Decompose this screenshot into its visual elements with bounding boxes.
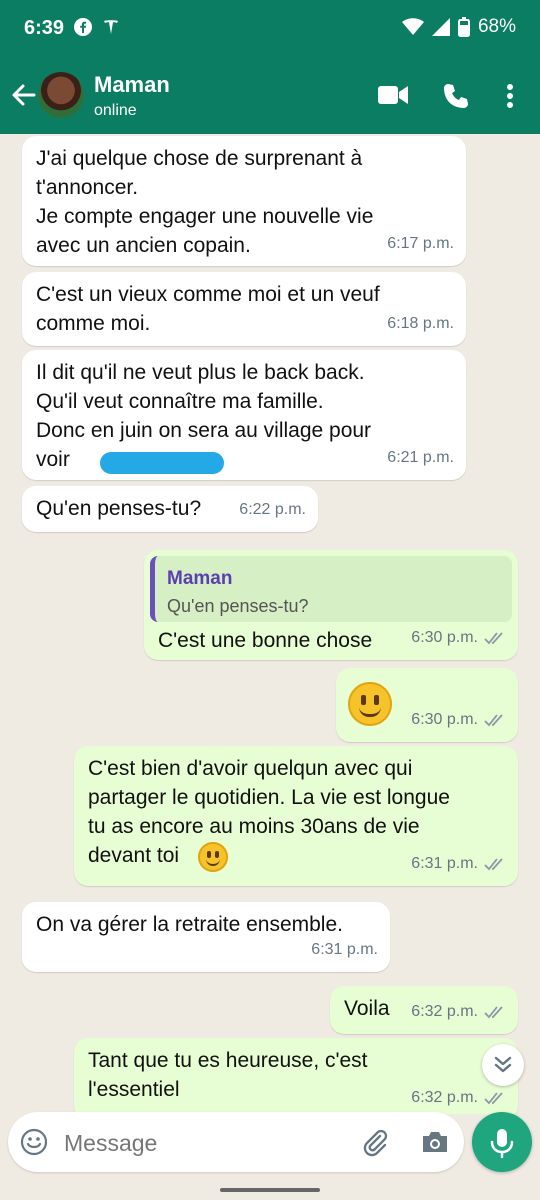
- message-time: 6:31 p.m.: [411, 855, 478, 872]
- back-arrow-icon[interactable]: [8, 80, 38, 110]
- read-ticks-icon: [484, 631, 503, 644]
- redaction-scribble: [100, 452, 224, 474]
- message-outgoing-reply[interactable]: Maman Qu'en penses-tu? C'est une bonne c…: [144, 550, 518, 660]
- message-outgoing[interactable]: C'est bien d'avoir quelqun avec qui part…: [74, 746, 518, 886]
- wifi-icon: [401, 18, 424, 35]
- tesla-icon: [102, 18, 120, 41]
- message-text: Qu'en penses-tu?: [36, 497, 202, 520]
- message-incoming[interactable]: On va gérer la retraite ensemble. 6:31 p…: [22, 902, 390, 972]
- message-time: 6:21 p.m.: [387, 449, 454, 466]
- message-time: 6:32 p.m.: [411, 1089, 478, 1106]
- message-outgoing[interactable]: 6:30 p.m.: [336, 668, 518, 742]
- message-incoming[interactable]: J'ai quelque chose de surprenant à t'ann…: [22, 136, 466, 266]
- chat-area[interactable]: J'ai quelque chose de surprenant à t'ann…: [0, 134, 540, 1114]
- message-text: On va gérer la retraite ensemble.: [36, 913, 343, 936]
- message-input-container[interactable]: [8, 1112, 464, 1172]
- message-input[interactable]: [62, 1122, 346, 1164]
- message-incoming[interactable]: Il dit qu'il ne veut plus le back back. …: [22, 350, 466, 480]
- message-time: 6:30 p.m.: [411, 711, 478, 728]
- compose-bar: [0, 1112, 540, 1180]
- paperclip-icon[interactable]: [360, 1127, 390, 1157]
- facebook-icon: [74, 18, 92, 41]
- message-text: Voila: [344, 997, 390, 1020]
- contact-name[interactable]: Maman: [94, 72, 170, 98]
- message-time: 6:30 p.m.: [411, 629, 478, 646]
- message-time: 6:18 p.m.: [387, 315, 454, 332]
- message-text: Tant que tu es heureuse, c'est l'essenti…: [88, 1049, 368, 1101]
- emoji-icon[interactable]: [20, 1128, 48, 1156]
- message-time: 6:22 p.m.: [239, 501, 306, 518]
- message-text: C'est bien d'avoir quelqun avec qui part…: [88, 757, 450, 867]
- smiley-emoji-icon: [198, 842, 228, 872]
- quoted-message[interactable]: Maman Qu'en penses-tu?: [150, 556, 512, 622]
- read-ticks-icon: [484, 713, 503, 726]
- camera-icon[interactable]: [420, 1128, 450, 1156]
- read-ticks-icon: [484, 1005, 503, 1018]
- read-ticks-icon: [484, 857, 503, 870]
- message-text: C'est une bonne chose: [158, 629, 373, 652]
- double-chevron-down-icon: [494, 1056, 512, 1073]
- navigation-bar: [0, 1180, 540, 1200]
- message-time: 6:17 p.m.: [387, 235, 454, 252]
- message-outgoing[interactable]: Tant que tu es heureuse, c'est l'essenti…: [74, 1038, 518, 1114]
- message-incoming[interactable]: C'est un vieux comme moi et un veuf comm…: [22, 272, 466, 346]
- clock: 6:39: [24, 17, 65, 39]
- read-ticks-icon: [484, 1091, 503, 1104]
- voice-record-button[interactable]: [472, 1112, 532, 1172]
- smiley-emoji-icon: [348, 682, 392, 726]
- status-right: 68%: [401, 16, 516, 38]
- signal-icon: [431, 18, 450, 36]
- message-outgoing[interactable]: Voila 6:32 p.m.: [330, 986, 518, 1034]
- contact-status: online: [94, 102, 137, 119]
- quoted-sender: Maman: [167, 568, 233, 589]
- more-options-icon[interactable]: [500, 82, 520, 110]
- quoted-text: Qu'en penses-tu?: [167, 596, 309, 616]
- battery-icon: [457, 17, 470, 37]
- avatar[interactable]: [38, 72, 84, 118]
- message-text: J'ai quelque chose de surprenant à t'ann…: [36, 147, 374, 257]
- status-bar: 6:39 68%: [0, 0, 540, 58]
- chat-header: Maman online: [0, 58, 540, 134]
- message-text: C'est un vieux comme moi et un veuf comm…: [36, 283, 380, 335]
- microphone-icon: [490, 1129, 514, 1159]
- message-time: 6:32 p.m.: [411, 1003, 478, 1020]
- battery-level: 68%: [477, 16, 516, 37]
- message-incoming[interactable]: Qu'en penses-tu? 6:22 p.m.: [22, 486, 318, 532]
- home-handle[interactable]: [220, 1188, 320, 1192]
- phone-icon[interactable]: [442, 82, 470, 110]
- scroll-to-bottom-button[interactable]: [482, 1044, 524, 1086]
- message-time: 6:31 p.m.: [311, 941, 378, 958]
- video-call-icon[interactable]: [378, 84, 408, 106]
